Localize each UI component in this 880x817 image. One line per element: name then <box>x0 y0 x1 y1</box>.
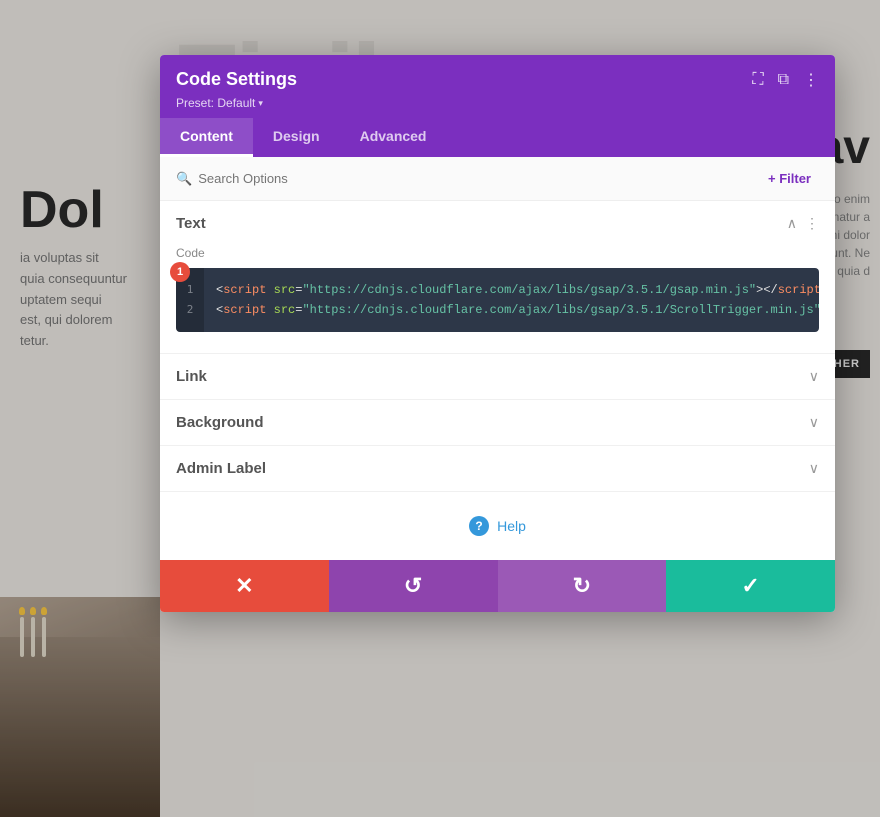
modal-title: Code Settings <box>176 69 297 90</box>
more-options-icon[interactable]: ⋮ <box>803 70 819 90</box>
modal-footer: ✕ ↺ ↻ ✓ <box>160 560 835 612</box>
search-icon: 🔍 <box>176 171 192 187</box>
preset-label: Preset: Default <box>176 96 255 110</box>
tab-content[interactable]: Content <box>160 118 253 157</box>
section-text-title: Text <box>176 215 206 232</box>
section-background-title: Background <box>176 414 264 431</box>
cancel-icon: ✕ <box>235 573 253 599</box>
chevron-down-icon-background: ∨ <box>809 414 819 431</box>
save-icon: ✓ <box>741 573 759 599</box>
search-input-wrap: 🔍 <box>176 171 760 187</box>
section-text: Text ∧ ⋮ Code 1 1 2 <script s <box>160 201 835 354</box>
section-link: Link ∨ <box>160 354 835 400</box>
section-link-controls: ∨ <box>809 368 819 385</box>
help-label[interactable]: Help <box>497 518 526 534</box>
redo-button[interactable]: ↻ <box>498 560 667 612</box>
preset-arrow-icon: ▾ <box>258 98 263 109</box>
code-line-1: <script src="https://cdnjs.cloudflare.co… <box>216 280 807 300</box>
modal-tabs: Content Design Advanced <box>160 118 835 157</box>
line-num-2: 2 <box>187 300 194 320</box>
chevron-down-icon-link: ∨ <box>809 368 819 385</box>
code-content: <script src="https://cdnjs.cloudflare.co… <box>176 268 819 332</box>
modal-header-icons: ⛶ ⧉ ⋮ <box>752 70 819 90</box>
modal-body: Text ∧ ⋮ Code 1 1 2 <script s <box>160 201 835 560</box>
cancel-button[interactable]: ✕ <box>160 560 329 612</box>
search-input[interactable] <box>198 171 760 186</box>
tab-advanced[interactable]: Advanced <box>340 118 447 157</box>
section-text-header[interactable]: Text ∧ ⋮ <box>160 201 835 246</box>
section-background-controls: ∨ <box>809 414 819 431</box>
preset-selector[interactable]: Preset: Default ▾ <box>176 96 819 110</box>
code-line-2: <script src="https://cdnjs.cloudflare.co… <box>216 300 807 320</box>
chevron-down-icon-admin: ∨ <box>809 460 819 477</box>
help-icon: ? <box>469 516 489 536</box>
undo-icon: ↺ <box>404 573 422 599</box>
section-background-header[interactable]: Background ∨ <box>160 400 835 445</box>
code-settings-modal: Code Settings ⛶ ⧉ ⋮ Preset: Default ▾ Co… <box>160 55 835 612</box>
code-field-label: Code <box>176 246 819 260</box>
section-admin-label-controls: ∨ <box>809 460 819 477</box>
fullscreen-icon[interactable]: ⛶ <box>752 71 763 89</box>
search-bar: 🔍 + Filter <box>160 157 835 201</box>
section-admin-label-header[interactable]: Admin Label ∨ <box>160 446 835 491</box>
help-section: ? Help <box>160 492 835 560</box>
code-badge: 1 <box>170 262 190 282</box>
section-background: Background ∨ <box>160 400 835 446</box>
line-num-1: 1 <box>187 280 194 300</box>
save-button[interactable]: ✓ <box>666 560 835 612</box>
modal-header: Code Settings ⛶ ⧉ ⋮ Preset: Default ▾ <box>160 55 835 118</box>
modal-header-top: Code Settings ⛶ ⧉ ⋮ <box>176 69 819 90</box>
section-admin-label: Admin Label ∨ <box>160 446 835 492</box>
code-editor[interactable]: 1 2 <script src="https://cdnjs.cloudflar… <box>176 268 819 332</box>
section-more-icon[interactable]: ⋮ <box>805 215 819 232</box>
filter-button[interactable]: + Filter <box>760 167 819 190</box>
section-text-content: Code 1 1 2 <script src="https://cdnjs.cl… <box>160 246 835 353</box>
split-view-icon[interactable]: ⧉ <box>778 71 789 89</box>
section-link-title: Link <box>176 368 207 385</box>
tab-design[interactable]: Design <box>253 118 340 157</box>
section-link-header[interactable]: Link ∨ <box>160 354 835 399</box>
undo-button[interactable]: ↺ <box>329 560 498 612</box>
section-text-controls: ∧ ⋮ <box>787 215 819 232</box>
code-editor-wrap: 1 1 2 <script src="https://cdnjs.cloudfl… <box>176 268 819 332</box>
redo-icon: ↻ <box>573 573 591 599</box>
section-admin-label-title: Admin Label <box>176 460 266 477</box>
chevron-up-icon: ∧ <box>787 215 797 232</box>
